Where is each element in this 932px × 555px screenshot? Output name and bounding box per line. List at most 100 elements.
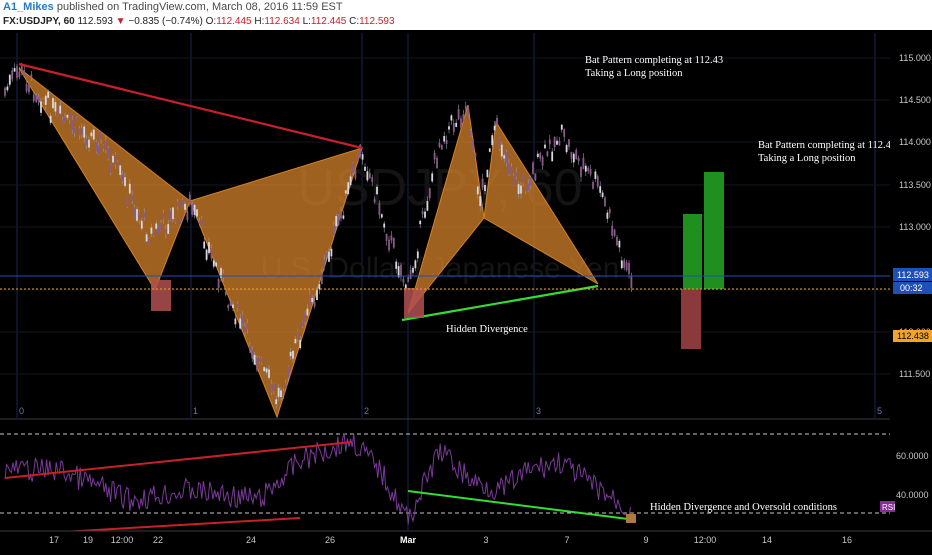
candle-body <box>412 267 414 273</box>
candle-body <box>464 105 467 109</box>
candle-body <box>546 151 549 157</box>
session-marker-1: 1 <box>193 406 198 416</box>
candle-body <box>613 229 616 236</box>
candle-body <box>78 128 81 136</box>
candle-body <box>4 87 6 96</box>
time-label: 19 <box>83 535 93 545</box>
candle-body <box>42 99 45 103</box>
candle-body <box>544 144 546 149</box>
rsi-upper-trendline[interactable] <box>4 441 353 479</box>
candle-body <box>424 211 426 218</box>
candle-body <box>421 211 424 215</box>
zone-box-left <box>151 280 171 311</box>
candle-body <box>620 260 623 269</box>
rsi-divergence-line[interactable] <box>407 490 629 520</box>
candle-body <box>352 162 354 173</box>
candle-body <box>30 74 33 78</box>
candle-body <box>104 140 107 150</box>
candle-body <box>575 149 578 160</box>
candle-body <box>496 117 498 126</box>
time-label: 7 <box>564 535 569 545</box>
candle-body <box>299 340 302 349</box>
candle-body <box>114 154 117 165</box>
candle-body <box>196 209 198 217</box>
candle-body <box>112 155 114 163</box>
candle-body <box>572 153 575 163</box>
candle-body <box>433 152 436 160</box>
chart-area[interactable]: USDJPY, 60 U.S. Dollar / Japanese Yen Ba… <box>0 30 932 550</box>
candle-body <box>277 387 280 397</box>
candle-body <box>361 154 364 160</box>
target-zone-1[interactable] <box>683 214 702 289</box>
candle-body <box>328 251 330 262</box>
candle-body <box>414 260 417 269</box>
candle-body <box>136 209 138 221</box>
candle-body <box>236 303 239 309</box>
candle-body <box>402 278 405 283</box>
annotation-bat-1-line2: Taking a Long position <box>585 68 683 79</box>
candle-body <box>505 152 508 164</box>
candle-body <box>265 368 268 373</box>
price-axis[interactable]: 115.000 114.500 114.000 113.500 113.000 … <box>890 30 932 420</box>
candle-body <box>191 203 194 215</box>
candle-body <box>448 126 450 130</box>
candle-body <box>184 203 186 210</box>
candle-body <box>455 122 458 127</box>
candle-body <box>320 272 323 285</box>
time-label: 9 <box>643 535 648 545</box>
stop-zone[interactable] <box>681 289 701 349</box>
candle-body <box>323 259 326 268</box>
author-link[interactable]: A1_Mikes <box>3 1 54 13</box>
candle-body <box>71 120 74 130</box>
candle-body <box>395 261 398 269</box>
candle-body <box>8 74 11 85</box>
annotation-hidden-divergence: Hidden Divergence <box>446 324 528 335</box>
rsi-marker-box <box>626 514 636 523</box>
candle-body <box>419 220 422 225</box>
target-zone-2[interactable] <box>704 172 724 289</box>
rsi-lower-trendline[interactable] <box>61 517 301 533</box>
time-axis[interactable]: 17 19 12:00 22 24 26 Mar 3 7 9 12:00 14 … <box>0 530 932 550</box>
candle-body <box>541 156 544 166</box>
candle-body <box>304 312 306 321</box>
candle-body <box>282 391 285 395</box>
chart-svg[interactable]: USDJPY, 60 U.S. Dollar / Japanese Yen Ba… <box>0 30 932 550</box>
candle-body <box>227 305 230 309</box>
candle-body <box>203 241 206 249</box>
candle-body <box>347 182 350 194</box>
candle-body <box>172 207 174 220</box>
candle-body <box>493 125 496 131</box>
candle-body <box>88 139 90 148</box>
time-label: 22 <box>153 535 163 545</box>
annotation-rsi-note: Hidden Divergence and Oversold condition… <box>650 502 837 513</box>
candle-body <box>592 182 594 189</box>
candle-body <box>416 251 419 259</box>
publish-line: A1_Mikes published on TradingView.com, M… <box>3 1 343 13</box>
candle-body <box>160 222 162 231</box>
candle-body <box>440 145 443 150</box>
chart-header: A1_Mikes published on TradingView.com, M… <box>0 0 932 30</box>
symbol-line: FX:USDJPY, 60 112.593 ▼ −0.835 (−0.74%) … <box>3 16 395 27</box>
candle-body <box>61 119 64 123</box>
symbol-label[interactable]: FX:USDJPY, 60 <box>3 16 75 27</box>
candle-body <box>527 183 530 191</box>
high-label: H: <box>254 16 265 27</box>
zone-box-right <box>404 288 424 318</box>
candle-body <box>311 297 314 303</box>
candle-body <box>373 199 376 203</box>
candle-body <box>100 131 102 140</box>
candle-body <box>587 167 590 172</box>
candle-body <box>18 71 21 78</box>
candle-body <box>294 339 297 344</box>
candle-body <box>604 197 606 207</box>
rsi-axis[interactable]: 60.0000 40.0000 RSI <box>880 420 932 530</box>
candle-body <box>563 129 566 137</box>
candle-body <box>383 223 386 228</box>
candle-body <box>551 151 554 162</box>
candle-body <box>344 190 347 194</box>
candle-body <box>246 323 249 329</box>
divergence-line-price[interactable] <box>401 284 599 322</box>
candle-body <box>143 212 146 218</box>
candle-body <box>388 239 390 251</box>
candle-body <box>560 124 563 130</box>
